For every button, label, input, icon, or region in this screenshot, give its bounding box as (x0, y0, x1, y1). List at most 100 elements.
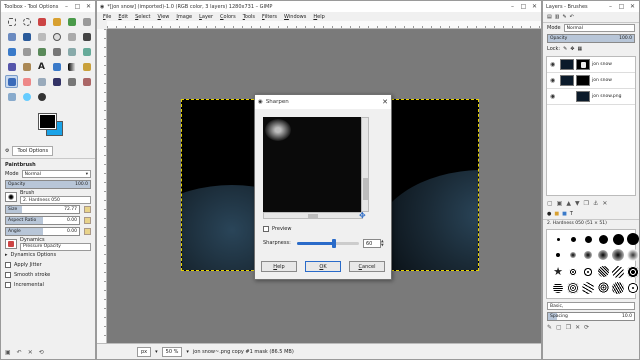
menu-view[interactable]: View (158, 14, 170, 20)
shear-tool[interactable] (65, 45, 78, 58)
preview-checkbox[interactable] (263, 226, 269, 232)
save-icon[interactable]: ▣ (5, 349, 11, 356)
aspect-ratio-slider[interactable]: Aspect Ratio 0.00 (5, 216, 80, 225)
move-tool[interactable] (80, 30, 93, 43)
help-button[interactable]: Help (261, 261, 297, 272)
lock-pixels-icon[interactable]: ✎ (563, 46, 567, 52)
menu-windows[interactable]: Windows (284, 14, 306, 20)
brush-item[interactable] (551, 281, 565, 295)
scale-tool[interactable] (50, 45, 63, 58)
smudge-tool[interactable] (5, 90, 18, 103)
sharpness-handle[interactable] (332, 239, 336, 248)
raise-layer-icon[interactable]: ▲ (566, 200, 571, 207)
vertical-ruler[interactable] (97, 29, 107, 343)
maximize-icon[interactable]: □ (618, 3, 625, 10)
blend-tool[interactable] (65, 60, 78, 73)
brush-field[interactable]: 2. Hardness 050 (20, 196, 91, 204)
blur-tool[interactable] (20, 90, 33, 103)
color-picker-tool[interactable] (35, 30, 48, 43)
size-slider[interactable]: Size 72.77 (5, 205, 80, 214)
horizontal-ruler[interactable] (107, 21, 541, 29)
paths-tool[interactable] (20, 30, 33, 43)
sharpness-spinbox[interactable]: 60 (363, 239, 381, 248)
layer-row[interactable]: ◉ jon snow (547, 57, 635, 73)
lock-alpha-icon[interactable]: ▦ (578, 46, 583, 52)
apply-jitter-checkbox[interactable] (5, 262, 11, 268)
brush-item[interactable] (611, 281, 625, 295)
free-select-tool[interactable] (35, 15, 48, 28)
minimize-icon[interactable]: – (607, 3, 614, 10)
reset-angle-icon[interactable] (84, 228, 91, 235)
opacity-slider[interactable]: Opacity 100.0 (5, 180, 91, 189)
brush-item[interactable] (581, 281, 595, 295)
menu-help[interactable]: Help (313, 14, 324, 20)
brush-item[interactable] (596, 232, 610, 246)
rotate-tool[interactable] (35, 45, 48, 58)
incremental-row[interactable]: Incremental (1, 280, 95, 290)
preview-area[interactable] (263, 117, 363, 212)
airbrush-tool[interactable] (35, 75, 48, 88)
brush-item[interactable] (551, 232, 565, 246)
delete-brush-icon[interactable]: ✕ (575, 324, 580, 331)
fuzzy-select-tool[interactable] (50, 15, 63, 28)
brush-item[interactable] (626, 248, 639, 262)
visibility-eye-icon[interactable]: ◉ (550, 93, 558, 100)
brush-item[interactable] (611, 248, 625, 262)
align-tool[interactable] (5, 45, 18, 58)
brush-item[interactable]: ★ (551, 265, 565, 279)
dodge-burn-tool[interactable] (35, 90, 48, 103)
edit-brush-icon[interactable]: ✎ (547, 324, 552, 331)
duplicate-layer-icon[interactable]: ❐ (584, 200, 589, 207)
brush-item[interactable] (551, 248, 565, 262)
incremental-checkbox[interactable] (5, 282, 11, 288)
zoom-select[interactable]: 50 % (161, 346, 183, 357)
menu-tools[interactable]: Tools (243, 14, 255, 20)
minimize-icon[interactable]: – (509, 3, 516, 10)
menu-edit[interactable]: Edit (118, 14, 128, 20)
tab-channels[interactable]: ▥ (555, 14, 560, 20)
brush-item[interactable] (596, 265, 610, 279)
bucket-fill-tool[interactable] (50, 60, 63, 73)
tab-paths[interactable]: ✎ (562, 14, 566, 20)
cage-tool[interactable] (20, 60, 33, 73)
foreground-color[interactable] (38, 113, 57, 130)
brush-item[interactable] (596, 281, 610, 295)
menu-image[interactable]: Image (176, 14, 192, 20)
tab-layers[interactable]: ▤ (547, 14, 552, 20)
brush-preview[interactable] (5, 192, 17, 202)
dynamics-icon[interactable] (5, 238, 17, 249)
delete-icon[interactable]: ✕ (28, 349, 33, 356)
flip-tool[interactable] (5, 60, 18, 73)
brush-item[interactable] (626, 265, 639, 279)
pencil-tool[interactable] (80, 60, 93, 73)
visibility-eye-icon[interactable]: ◉ (550, 61, 558, 68)
text-tool[interactable]: A (35, 60, 48, 73)
tab-brushes[interactable]: ● (547, 211, 551, 217)
unit-select[interactable]: px (137, 346, 152, 357)
sharpness-slider[interactable] (297, 239, 359, 248)
color-select-tool[interactable] (65, 15, 78, 28)
menu-file[interactable]: File (103, 14, 111, 20)
tab-tool-options[interactable]: Tool Options (12, 146, 54, 156)
brush-item[interactable] (611, 232, 625, 246)
layer-mask-thumbnail[interactable] (576, 75, 590, 86)
dynamics-options-row[interactable]: ▸ Dynamics Options (1, 250, 95, 260)
tab-gradients[interactable]: ■ (562, 211, 567, 217)
minimize-icon[interactable]: – (63, 3, 70, 10)
layer-row[interactable]: ◉ jon snow.png (547, 89, 635, 105)
rect-select-tool[interactable] (5, 15, 18, 28)
brush-tag-field[interactable]: Basic, (547, 302, 635, 310)
new-layer-icon[interactable]: ▢ (547, 200, 553, 207)
layer-row[interactable]: ◉ jon snow (547, 73, 635, 89)
menu-layer[interactable]: Layer (199, 14, 213, 20)
menu-colors[interactable]: Colors (220, 14, 236, 20)
brush-item[interactable] (626, 232, 639, 246)
paintbrush-tool[interactable] (5, 75, 18, 88)
lock-position-icon[interactable]: ✥ (570, 46, 574, 52)
smooth-stroke-checkbox[interactable] (5, 272, 11, 278)
brush-item[interactable] (566, 281, 580, 295)
maximize-icon[interactable]: □ (74, 3, 81, 10)
zoom-tool[interactable] (50, 30, 63, 43)
dynamics-field[interactable]: Pressure Opacity (20, 242, 91, 251)
new-brush-icon[interactable]: ▢ (556, 324, 562, 331)
